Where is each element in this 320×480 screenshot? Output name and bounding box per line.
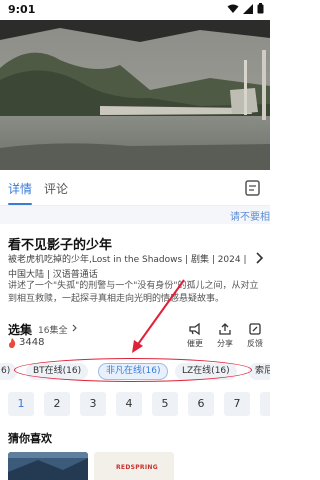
episode-count[interactable]: 16集全 — [38, 323, 67, 336]
urge-update-button[interactable]: 催更 — [182, 322, 208, 349]
tab-comments[interactable]: 评论 — [44, 180, 68, 197]
episode-button[interactable]: 2 — [44, 392, 70, 416]
share-button[interactable]: 分享 — [212, 322, 238, 349]
episode-button[interactable]: 1 — [8, 392, 34, 416]
feedback-button[interactable]: 反馈 — [242, 322, 268, 349]
feedback-label: 反馈 — [247, 339, 263, 348]
video-frame — [0, 20, 270, 170]
screen: 9:01 详情 评论 请不要相 看不见影子的少年 被老虎机吃掉的少年,Lost … — [0, 0, 270, 480]
poster-title: REDSPRING — [116, 464, 158, 471]
urge-update-label: 催更 — [187, 339, 203, 348]
wifi-icon — [227, 4, 239, 13]
show-meta: 被老虎机吃掉的少年,Lost in the Shadows | 剧集 | 202… — [8, 255, 247, 265]
poster-image — [8, 452, 88, 480]
megaphone-icon — [189, 322, 200, 336]
episode-button[interactable]: 5 — [152, 392, 178, 416]
recommend-thumbnail[interactable] — [8, 452, 88, 480]
episode-button[interactable]: 3 — [80, 392, 106, 416]
episode-button[interactable]: 4 — [116, 392, 142, 416]
show-title: 看不见影子的少年 — [8, 238, 113, 253]
battery-icon — [257, 3, 264, 14]
video-player[interactable] — [0, 20, 270, 170]
signal-icon — [243, 3, 253, 14]
episodes-title: 选集 — [8, 323, 33, 337]
active-tab-indicator — [8, 203, 32, 205]
episode-button[interactable]: 8 — [260, 392, 270, 416]
heat-score: 3448 — [8, 337, 44, 348]
document-icon[interactable] — [244, 179, 262, 197]
status-time: 9:01 — [8, 3, 36, 16]
recommend-section: 猜你喜欢 REDSPRING — [0, 424, 270, 480]
share-icon — [219, 323, 231, 335]
episode-number-list: 1 2 3 4 5 6 7 8 — [0, 392, 270, 416]
fire-icon — [9, 337, 16, 348]
share-label: 分享 — [217, 339, 233, 348]
heat-value: 3448 — [19, 337, 45, 348]
episode-button[interactable]: 6 — [188, 392, 214, 416]
tab-details[interactable]: 详情 — [8, 180, 32, 197]
highlight-ellipse — [14, 358, 252, 382]
recommend-thumbnail[interactable]: REDSPRING — [94, 452, 174, 480]
source-chip-sony[interactable]: 索尼 — [248, 363, 270, 380]
notice-text: 请不要相 — [230, 212, 270, 223]
chevron-right-small-icon[interactable] — [71, 324, 78, 332]
show-info: 看不见影子的少年 被老虎机吃掉的少年,Lost in the Shadows |… — [0, 224, 270, 316]
recommend-title: 猜你喜欢 — [8, 432, 52, 445]
status-icons — [227, 3, 264, 14]
episode-button[interactable]: 7 — [224, 392, 250, 416]
detail-tabs: 详情 评论 — [0, 170, 270, 206]
feedback-icon — [249, 323, 261, 335]
show-meta-region: 中国大陆 | 汉语普通话 — [8, 270, 98, 280]
status-bar: 9:01 — [0, 0, 270, 20]
chevron-right-icon[interactable] — [254, 252, 264, 264]
show-description: 讲述了一个"失孤"的刑警与一个"没有身份"的孤儿之间，从对立到相互救赎，一起探寻… — [8, 281, 259, 304]
